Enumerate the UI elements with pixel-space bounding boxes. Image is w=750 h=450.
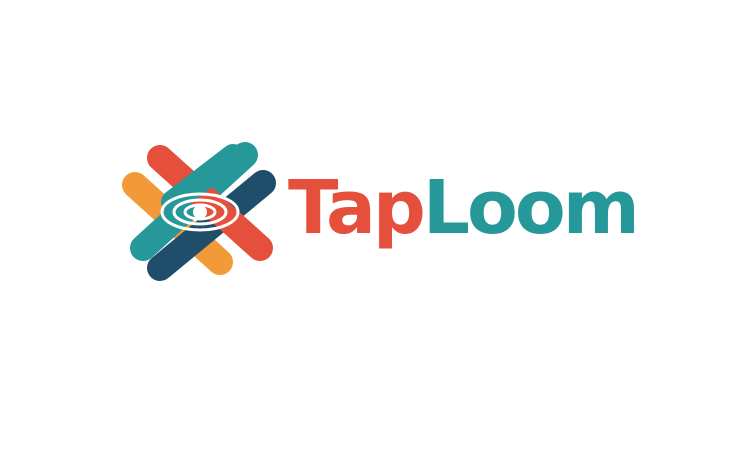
wordmark-tap: Tap: [288, 165, 426, 251]
logo-canvas: TapLoom: [0, 0, 750, 450]
tapping-loom-icon: [122, 142, 276, 281]
wordmark-loom: Loom: [422, 165, 640, 251]
brand-wordmark: TapLoom: [288, 158, 640, 258]
tap-dot-icon: [193, 205, 207, 219]
